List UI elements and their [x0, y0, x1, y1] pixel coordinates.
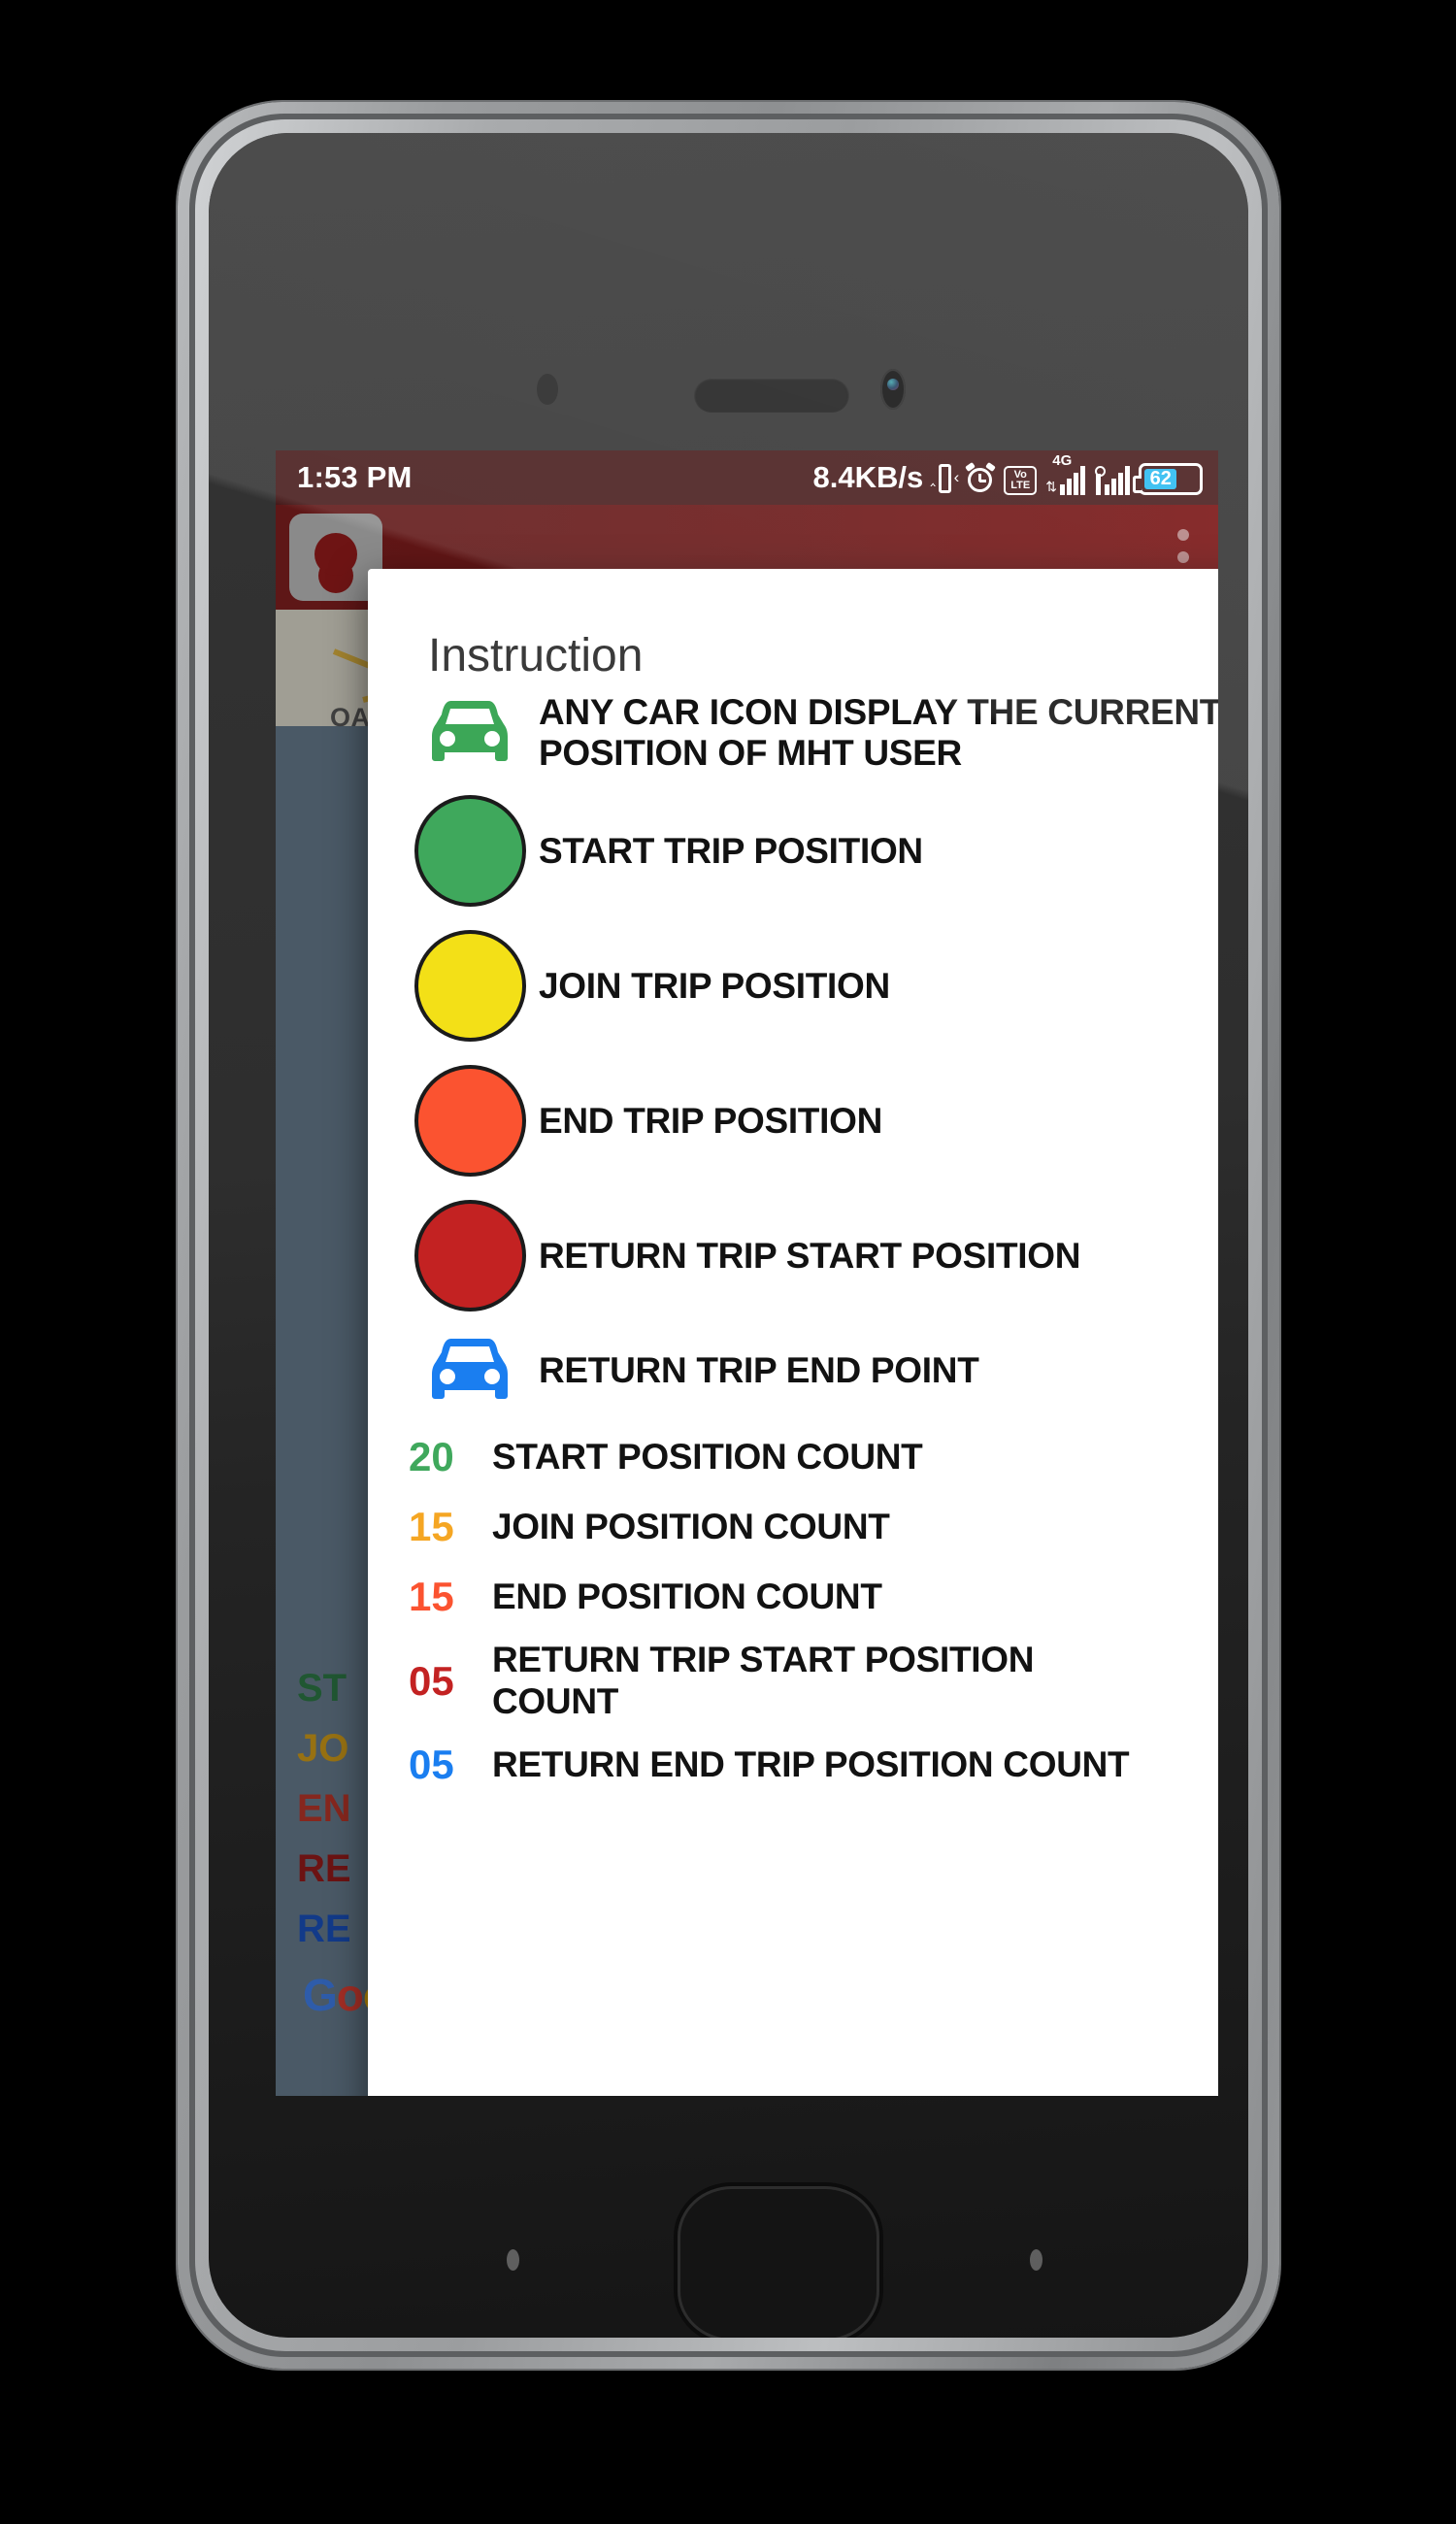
count-label: START POSITION COUNT: [492, 1437, 923, 1478]
legend-row: END TRIP POSITION: [368, 1065, 1218, 1178]
legend-row-label: ANY CAR ICON DISPLAY THE CURRENT POSITIO…: [539, 692, 1218, 774]
orange-circle-icon: [401, 1065, 539, 1178]
count-value: 15: [409, 1504, 454, 1550]
legend-row-label: RETURN TRIP END POINT: [539, 1350, 979, 1391]
blue-car-icon: [401, 1333, 539, 1409]
green-circle-icon: [401, 795, 539, 908]
dialog-title: Instruction: [428, 630, 644, 681]
count-row: 15 JOIN POSITION COUNT: [368, 1504, 1218, 1550]
volte-icon: Vo LTE: [1004, 466, 1038, 495]
count-row: 05 RETURN END TRIP POSITION COUNT: [368, 1742, 1218, 1788]
legend-row-label: END TRIP POSITION: [539, 1100, 882, 1141]
legend-row: JOIN TRIP POSITION: [368, 930, 1218, 1043]
count-value: 05: [409, 1741, 454, 1787]
status-bar-icons: 8.4KB/s ‸ ‹ Vo LTE 4G ⇅ 62: [812, 452, 1203, 495]
status-bar: 1:53 PM 8.4KB/s ‸ ‹ Vo LTE 4G ⇅ 62: [276, 450, 1218, 505]
phone-bezel: 1:53 PM 8.4KB/s ‸ ‹ Vo LTE 4G ⇅ 62 OA ST…: [209, 133, 1248, 2338]
dark-red-circle-icon: [401, 1200, 539, 1312]
battery-level-text: 62: [1144, 468, 1177, 489]
count-label: JOIN POSITION COUNT: [492, 1507, 890, 1547]
overflow-dot-icon: [1177, 529, 1189, 541]
count-label: RETURN TRIP START POSITION COUNT: [492, 1640, 1035, 1721]
signal-bars-icon: 4G ⇅: [1045, 452, 1085, 495]
phone-screen: 1:53 PM 8.4KB/s ‸ ‹ Vo LTE 4G ⇅ 62 OA ST…: [276, 450, 1218, 2096]
count-row: 05 RETURN TRIP START POSITION COUNT: [368, 1640, 1218, 1721]
network-type-text: 4G: [1052, 452, 1073, 469]
count-row: 20 START POSITION COUNT: [368, 1434, 1218, 1480]
recents-capacitive-dot-icon[interactable]: [507, 2249, 519, 2271]
avatar-icon: [314, 533, 357, 576]
legend-row-label: RETURN TRIP START POSITION: [539, 1235, 1081, 1276]
count-label: RETURN END TRIP POSITION COUNT: [492, 1744, 1130, 1784]
front-camera-icon: [880, 369, 906, 410]
phone-frame-inner: 1:53 PM 8.4KB/s ‸ ‹ Vo LTE 4G ⇅ 62 OA ST…: [195, 119, 1262, 2351]
proximity-sensor-icon: [537, 374, 558, 405]
count-value: 05: [409, 1657, 454, 1704]
legend-row: RETURN TRIP START POSITION: [368, 1200, 1218, 1312]
phone-frame-mid: 1:53 PM 8.4KB/s ‸ ‹ Vo LTE 4G ⇅ 62 OA ST…: [189, 114, 1268, 2357]
phone-frame: 1:53 PM 8.4KB/s ‸ ‹ Vo LTE 4G ⇅ 62 OA ST…: [178, 102, 1279, 2369]
home-button[interactable]: [678, 2186, 879, 2338]
dialog-body: ANY CAR ICON DISPLAY THE CURRENT POSITIO…: [368, 692, 1218, 1788]
network-speed-text: 8.4KB/s: [812, 460, 924, 494]
screenshot-stage: 1:53 PM 8.4KB/s ‸ ‹ Vo LTE 4G ⇅ 62 OA ST…: [0, 0, 1456, 2524]
volte-bottom-text: LTE: [1010, 480, 1031, 491]
legend-row-label: JOIN TRIP POSITION: [539, 965, 890, 1006]
instruction-dialog: Instruction ANY CAR ICON DISPLAY THE CUR…: [368, 569, 1218, 2096]
overflow-dot-icon: [1177, 551, 1189, 563]
yellow-circle-icon: [401, 930, 539, 1043]
count-value: 15: [409, 1574, 454, 1620]
count-row: 15 END POSITION COUNT: [368, 1574, 1218, 1620]
legend-row: RETURN TRIP END POINT: [368, 1333, 1218, 1409]
legend-row-label: START TRIP POSITION: [539, 830, 923, 871]
back-capacitive-dot-icon[interactable]: [1030, 2249, 1042, 2271]
earpiece-speaker: [694, 378, 849, 413]
alarm-icon: [965, 461, 997, 495]
count-value: 20: [409, 1434, 454, 1480]
green-car-icon: [401, 695, 539, 771]
battery-icon: 62: [1133, 463, 1203, 495]
status-bar-time: 1:53 PM: [297, 460, 413, 494]
legend-row: ANY CAR ICON DISPLAY THE CURRENT POSITIO…: [368, 692, 1218, 774]
sim2-signal-icon: [1094, 466, 1130, 495]
legend-row: START TRIP POSITION: [368, 795, 1218, 908]
count-label: END POSITION COUNT: [492, 1577, 882, 1617]
vibrate-icon: ‸ ‹: [930, 462, 959, 495]
